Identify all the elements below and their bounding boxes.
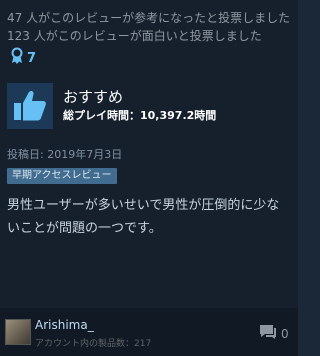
playtime: 総プレイ時間：10,397.2時間 (63, 109, 217, 122)
awards[interactable]: 7 (10, 47, 37, 69)
award-ribbon-icon (10, 47, 24, 69)
recommendation-title[interactable]: おすすめ (63, 87, 216, 107)
thumbs-up-icon (7, 83, 53, 129)
comment-bubble-icon (259, 324, 277, 344)
comments-button[interactable]: 0 (259, 324, 289, 344)
comment-count: 0 (281, 327, 289, 341)
author-bar: Arishima_ アカウント内の製品数：217 0 (0, 308, 298, 356)
review-text: 男性ユーザーが多いせいで男性が圧倒的に少ないことが問題の一つです。 (7, 198, 280, 236)
recommendation-header: おすすめ 総プレイ時間：10,397.2時間 (7, 83, 291, 129)
award-count: 7 (27, 50, 37, 66)
early-access-badge: 早期アクセスレビュー (7, 168, 117, 184)
author-name[interactable]: Arishima_ (35, 318, 94, 332)
avatar[interactable] (5, 319, 31, 345)
review-card: 47 人がこのレビューが参考になったと投票しました 123 人がこのレビューが面… (0, 0, 298, 356)
author-product-count: アカウント内の製品数：217 (35, 339, 152, 349)
helpful-votes: 47 人がこのレビューが参考になったと投票しました 123 人がこのレビューが面… (7, 9, 293, 45)
posted-date: 投稿日: 2019年7月3日 (7, 148, 123, 161)
helpful-count-text: 47 人がこのレビューが参考になったと投票しました (7, 11, 291, 25)
funny-count-text: 123 人がこのレビューが面白いと投票しました (7, 29, 262, 43)
